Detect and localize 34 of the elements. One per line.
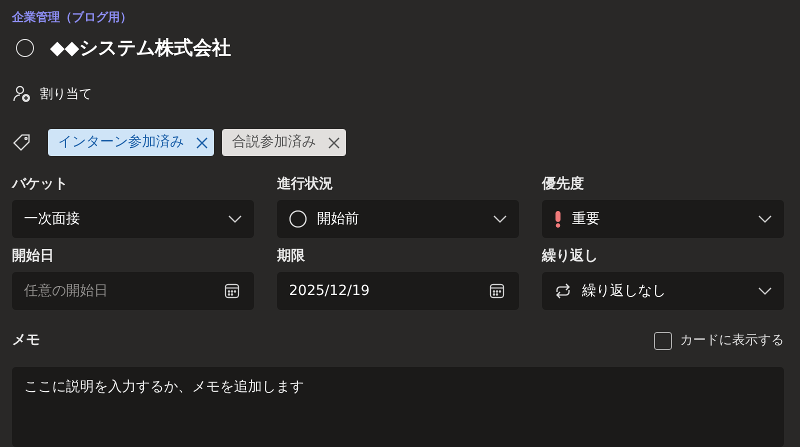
close-icon — [196, 136, 208, 148]
person-add-icon — [12, 85, 32, 104]
status-circle-icon — [289, 210, 307, 228]
notes-field[interactable]: ここに説明を入力するか、メモを追加します — [12, 367, 784, 447]
field-label: 進行状況 — [277, 175, 334, 194]
repeat-icon — [554, 283, 572, 299]
show-on-card-checkbox[interactable]: カードに表示する — [654, 330, 784, 350]
calendar-icon[interactable] — [489, 283, 505, 299]
dropdown[interactable]: 繰り返しなし — [542, 272, 784, 310]
notes-label: メモ — [12, 331, 40, 350]
field-label: 期限 — [277, 247, 306, 266]
field-label: 開始日 — [12, 247, 55, 266]
dropdown[interactable]: 一次面接 — [12, 200, 254, 238]
close-icon — [328, 136, 340, 148]
exclamation-icon — [554, 210, 562, 228]
complete-checkbox[interactable] — [16, 39, 34, 58]
field-label: 優先度 — [542, 174, 585, 194]
dropdown[interactable]: 重要 — [542, 200, 784, 238]
date-field[interactable]: 2025/12/19 — [277, 272, 519, 310]
label-tag[interactable]: 合説参加済み — [222, 129, 346, 156]
chevron-down-icon — [758, 215, 772, 223]
tag-icon — [12, 132, 32, 152]
calendar-icon[interactable] — [224, 283, 240, 299]
task-title: ◆◆システム株式会社 — [50, 36, 232, 61]
dropdown[interactable]: 開始前 — [277, 200, 519, 238]
plan-name: 企業管理（ブログ用） — [12, 9, 133, 26]
label-tag[interactable]: インターン参加済み — [48, 129, 214, 156]
date-field[interactable]: 任意の開始日 — [12, 272, 254, 310]
chevron-down-icon — [493, 215, 507, 223]
chevron-down-icon — [758, 287, 772, 295]
assign-button[interactable]: 割り当て — [12, 84, 92, 104]
field-label: バケット — [12, 175, 69, 194]
chevron-down-icon — [228, 215, 242, 223]
field-label: 繰り返し — [542, 247, 599, 266]
